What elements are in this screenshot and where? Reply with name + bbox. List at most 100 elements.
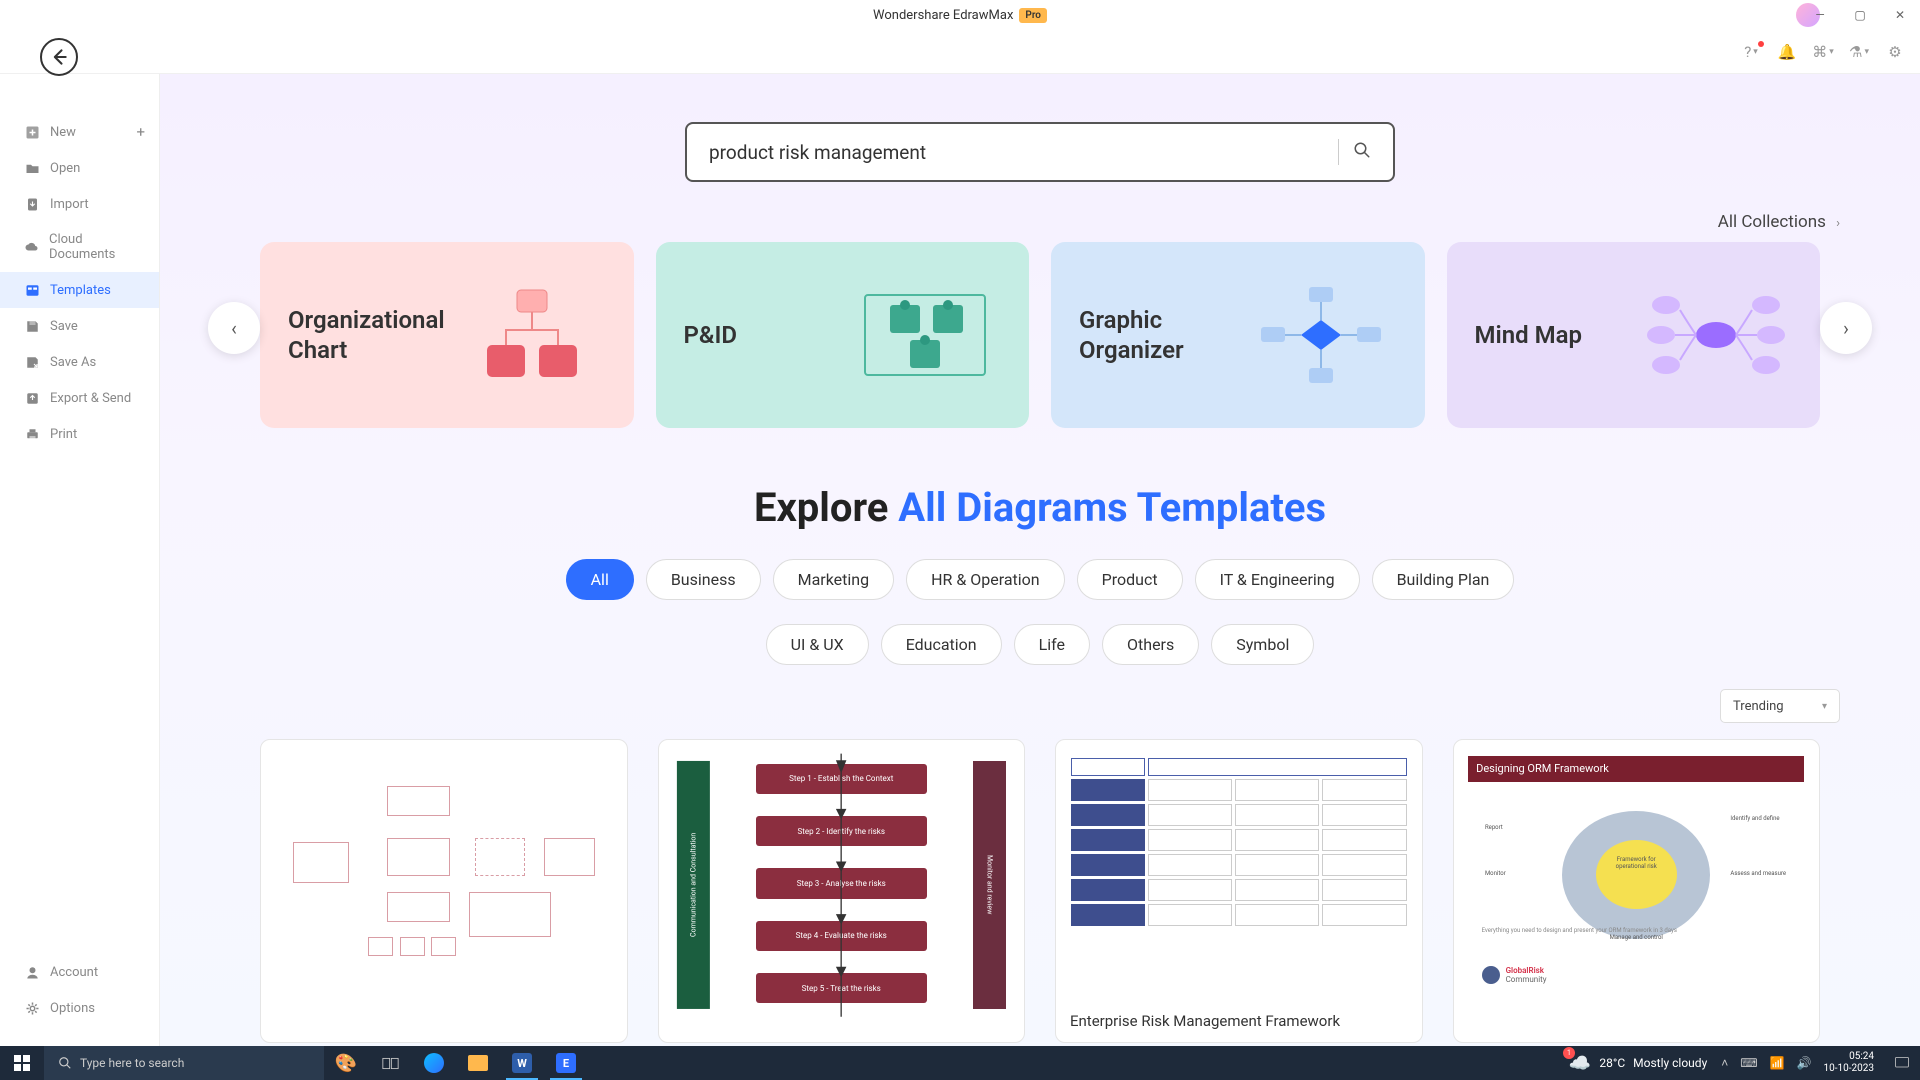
category-card-mind-map[interactable]: Mind Map — [1447, 242, 1821, 428]
sidebar-item-label: Open — [50, 161, 80, 176]
search-box — [685, 122, 1395, 182]
clock-date: 10-10-2023 — [1824, 1063, 1875, 1075]
taskbar-edraw-icon[interactable]: E — [544, 1046, 588, 1080]
filter-pill[interactable]: Life — [1014, 624, 1090, 665]
category-label: Organizational Chart — [288, 305, 445, 365]
taskbar-edge-icon[interactable] — [412, 1046, 456, 1080]
sort-row: Trending ▾ — [180, 689, 1840, 723]
sidebar-item-export[interactable]: Export & Send — [0, 380, 159, 416]
sidebar: New+ Open Import Cloud Documents Templates Sa… — [0, 74, 160, 1046]
search-input[interactable] — [709, 141, 1324, 164]
close-button[interactable]: ✕ — [1880, 0, 1920, 30]
taskbar-assistant-icon[interactable]: 🎨 — [324, 1046, 368, 1080]
saveas-icon — [24, 354, 40, 370]
sidebar-item-label: Templates — [50, 283, 111, 298]
save-icon — [24, 318, 40, 334]
chevron-down-icon: ▾ — [1822, 701, 1827, 712]
sidebar-item-options[interactable]: Options — [0, 990, 159, 1026]
export-icon — [24, 390, 40, 406]
sidebar-item-new[interactable]: New+ — [0, 114, 159, 150]
sidebar-item-label: Options — [50, 1001, 95, 1016]
tray-wifi-icon[interactable]: 📶 — [1770, 1056, 1785, 1070]
filter-pill[interactable]: Marketing — [773, 559, 894, 600]
sidebar-item-saveas[interactable]: Save As — [0, 344, 159, 380]
search-icon[interactable] — [1353, 141, 1371, 164]
filter-pill[interactable]: Others — [1102, 624, 1199, 665]
filter-pill[interactable]: Symbol — [1211, 624, 1314, 665]
category-graphic — [1245, 275, 1397, 395]
cloud-icon — [24, 239, 39, 255]
sidebar-item-print[interactable]: Print — [0, 416, 159, 452]
sidebar-item-account[interactable]: Account — [0, 954, 159, 990]
template-icon — [24, 282, 40, 298]
sidebar-item-save[interactable]: Save — [0, 308, 159, 344]
back-button[interactable] — [40, 38, 78, 76]
sidebar-bottom: Account Options — [0, 954, 159, 1046]
sidebar-item-templates[interactable]: Templates — [0, 272, 159, 308]
sidebar-item-label: Save As — [50, 355, 96, 370]
taskbar-weather[interactable]: ☁️1 28°C Mostly cloudy — [1569, 1053, 1707, 1074]
orm-title: Designing ORM Framework — [1468, 756, 1804, 782]
tray-keyboard-icon[interactable]: ⌨ — [1740, 1056, 1757, 1070]
search-wrap — [180, 122, 1900, 182]
explore-accent: All Diagrams Templates — [898, 484, 1326, 531]
all-collections-link[interactable]: All Collections › — [180, 212, 1840, 232]
tray-volume-icon[interactable]: 🔊 — [1797, 1056, 1812, 1070]
toolbar: ?▾ 🔔 ⌘▾ ⚗▾ ⚙ — [0, 30, 1920, 74]
template-thumbnail: Communication and Consultation Monitor a… — [659, 740, 1025, 1030]
apps-icon[interactable]: ⌘▾ — [1812, 41, 1834, 63]
taskbar-explorer-icon[interactable] — [456, 1046, 500, 1080]
sidebar-item-cloud[interactable]: Cloud Documents — [0, 222, 159, 272]
category-graphic — [459, 275, 606, 395]
taskbar-clock[interactable]: 05:24 10-10-2023 — [1824, 1051, 1875, 1075]
template-card[interactable] — [260, 739, 628, 1043]
window-controls: — ▢ ✕ — [1800, 0, 1920, 30]
main-content: All Collections › ‹ › Organizational Cha… — [160, 74, 1920, 1046]
taskbar-word-icon[interactable]: W — [500, 1046, 544, 1080]
template-thumbnail: Designing ORM Framework Framework for op… — [1454, 740, 1820, 1000]
maximize-button[interactable]: ▢ — [1840, 0, 1880, 30]
category-card-graphic-organizer[interactable]: Graphic Organizer — [1051, 242, 1425, 428]
tray-chevron-icon[interactable]: ˄ — [1721, 1056, 1728, 1070]
filter-pill[interactable]: Building Plan — [1372, 559, 1515, 600]
filter-pill[interactable]: Education — [881, 624, 1002, 665]
taskbar-taskview-icon[interactable] — [368, 1046, 412, 1080]
start-button[interactable] — [0, 1046, 44, 1080]
bell-icon[interactable]: 🔔 — [1776, 41, 1798, 63]
system-tray: ˄ ⌨ 📶 🔊 — [1721, 1056, 1811, 1070]
filter-pill[interactable]: Business — [646, 559, 761, 600]
minimize-button[interactable]: — — [1800, 0, 1840, 30]
sidebar-item-label: Save — [50, 319, 78, 334]
help-icon[interactable]: ?▾ — [1740, 41, 1762, 63]
sidebar-item-open[interactable]: Open — [0, 150, 159, 186]
filter-pill[interactable]: All — [566, 559, 634, 600]
template-card[interactable]: Communication and Consultation Monitor a… — [658, 739, 1026, 1043]
carousel-prev-button[interactable]: ‹ — [208, 302, 260, 354]
category-graphic — [1640, 275, 1792, 395]
taskbar-search[interactable]: Type here to search — [44, 1046, 324, 1080]
filter-pill[interactable]: Product — [1077, 559, 1183, 600]
sidebar-item-import[interactable]: Import — [0, 186, 159, 222]
gift-icon[interactable]: ⚗▾ — [1848, 41, 1870, 63]
template-card[interactable]: Designing ORM Framework Framework for op… — [1453, 739, 1821, 1043]
sidebar-item-label: Import — [50, 197, 89, 212]
title-bar: Wondershare EdrawMax Pro — ▢ ✕ — [0, 0, 1920, 30]
filter-pill[interactable]: IT & Engineering — [1195, 559, 1360, 600]
carousel-next-button[interactable]: › — [1820, 302, 1872, 354]
filter-pill[interactable]: UI & UX — [766, 624, 869, 665]
download-icon — [24, 196, 40, 212]
sort-dropdown[interactable]: Trending ▾ — [1720, 689, 1840, 723]
template-card[interactable]: Enterprise Risk Management Framework — [1055, 739, 1423, 1043]
windows-taskbar: Type here to search 🎨 W E ☁️1 28°C Mostl… — [0, 1046, 1920, 1080]
filter-pill[interactable]: HR & Operation — [906, 559, 1065, 600]
settings-icon[interactable]: ⚙ — [1884, 41, 1906, 63]
category-card-pid[interactable]: P&ID — [656, 242, 1030, 428]
app-title-text: Wondershare EdrawMax — [873, 8, 1013, 23]
folder-icon — [24, 160, 40, 176]
user-icon — [24, 964, 40, 980]
sidebar-item-label: Print — [50, 427, 77, 442]
category-card-org-chart[interactable]: Organizational Chart — [260, 242, 634, 428]
sidebar-top: New+ Open Import Cloud Documents Templates Sa… — [0, 114, 159, 954]
notification-icon[interactable] — [1884, 1055, 1920, 1071]
sidebar-item-label: New — [50, 125, 76, 140]
